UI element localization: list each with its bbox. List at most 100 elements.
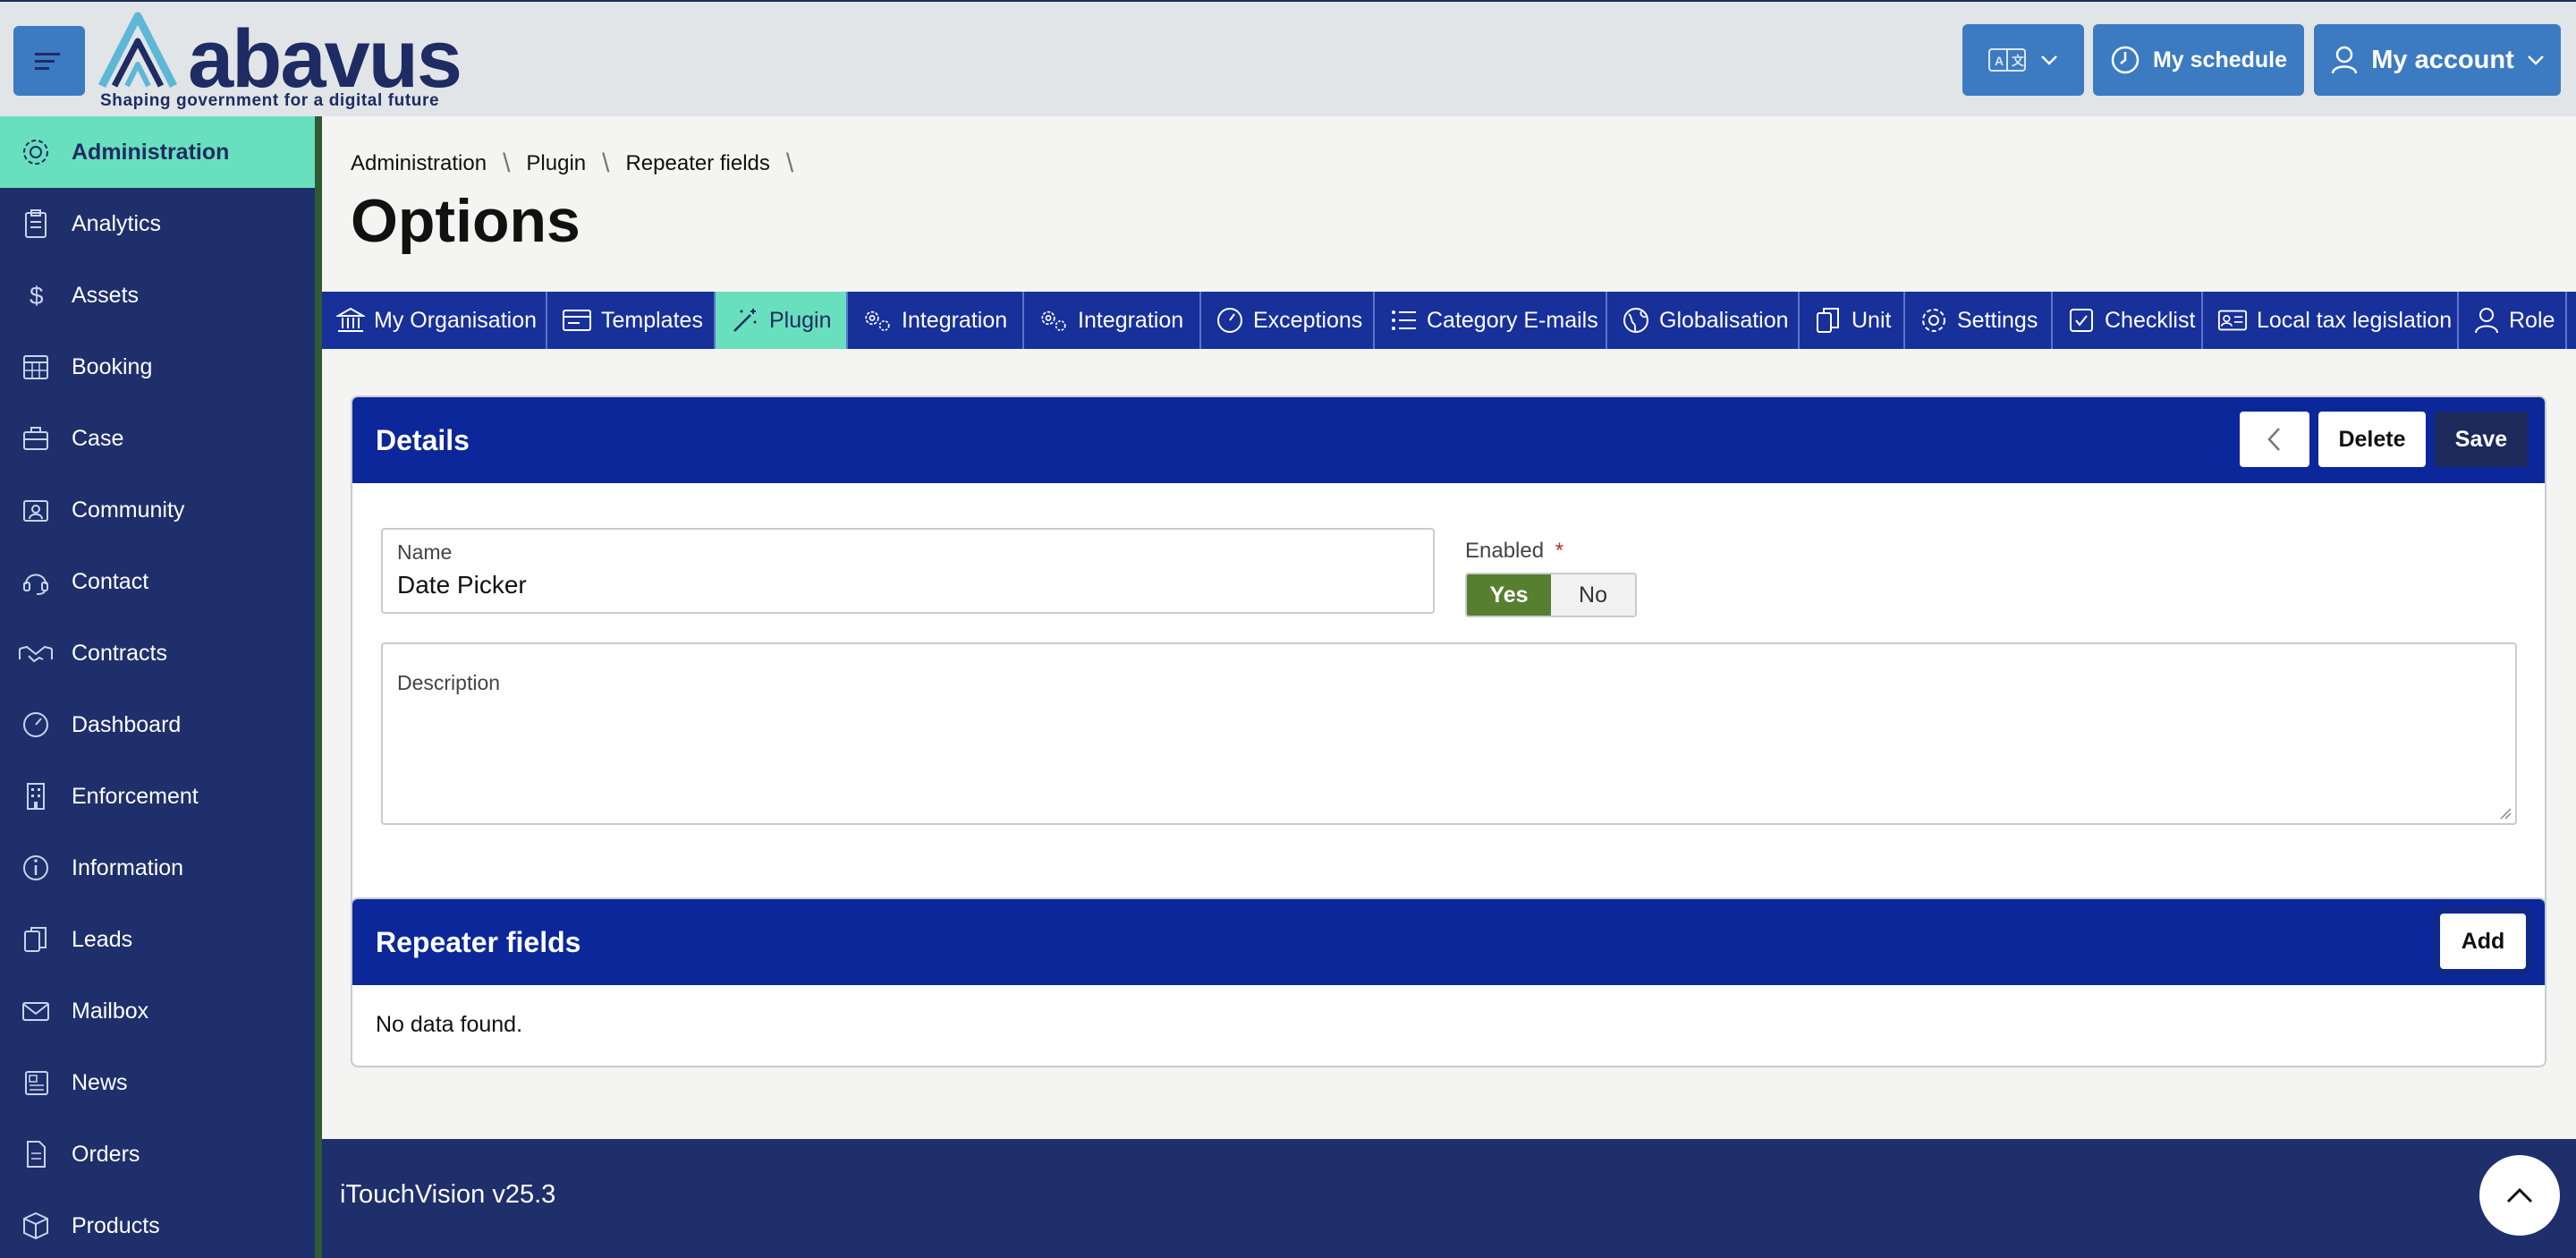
description-field[interactable]: Description <box>381 642 2517 825</box>
sidebar-item-label: Analytics <box>72 210 162 236</box>
tab-integration-2[interactable]: Integration <box>1024 292 1201 349</box>
tab-my-organisation[interactable]: My Organisation <box>322 292 547 349</box>
tab-plugin[interactable]: Plugin <box>716 292 848 349</box>
sidebar-item-case[interactable]: Case <box>0 403 315 474</box>
tab-label: Settings <box>1957 307 2038 333</box>
tab-label: Integration <box>1078 307 1184 333</box>
sidebar-item-label: Information <box>72 854 184 880</box>
sidebar: Administration Analytics $ Assets Bookin… <box>0 116 315 1258</box>
sidebar-item-contracts[interactable]: Contracts <box>0 617 315 689</box>
sidebar-item-orders[interactable]: Orders <box>0 1118 315 1190</box>
gauge-icon <box>1217 308 1242 333</box>
enabled-yes-option[interactable]: Yes <box>1467 574 1551 616</box>
enabled-label-row: Enabled * <box>1465 539 1563 564</box>
breadcrumb-separator: \ <box>503 149 511 178</box>
sidebar-item-label: Mailbox <box>72 998 149 1024</box>
tab-label: Category E-mails <box>1427 307 1598 333</box>
sidebar-item-news[interactable]: News <box>0 1047 315 1118</box>
details-panel-header: Details Delete Save <box>352 397 2545 483</box>
chevron-down-icon <box>2041 55 2057 65</box>
sidebar-item-label: Products <box>72 1212 160 1238</box>
my-account-button[interactable]: My account <box>2314 24 2561 96</box>
tab-label: Globalisation <box>1659 307 1789 333</box>
add-button[interactable]: Add <box>2435 908 2531 974</box>
sidebar-item-label: Dashboard <box>72 711 182 737</box>
abavus-logo[interactable]: abavus Shaping government for a digital … <box>97 7 462 113</box>
scroll-to-top-button[interactable] <box>2479 1155 2560 1236</box>
tab-label: Unit <box>1852 307 1892 333</box>
sidebar-item-label: Leads <box>72 926 133 952</box>
repeater-panel-header: Repeater fields Add <box>352 899 2545 985</box>
name-field[interactable]: Name Date Picker <box>381 528 1435 614</box>
sidebar-item-label: Community <box>72 497 185 523</box>
chevron-left-icon <box>2267 428 2280 451</box>
breadcrumb-item-administration[interactable]: Administration <box>351 151 487 176</box>
tab-label: Integration <box>902 307 1008 333</box>
sidebar-item-booking[interactable]: Booking <box>0 331 315 403</box>
delete-button[interactable]: Delete <box>2318 412 2426 467</box>
empty-state-text: No data found. <box>376 1012 523 1037</box>
speedometer-icon <box>23 712 48 737</box>
user-icon <box>2331 46 2358 74</box>
tab-templates[interactable]: Templates <box>547 292 716 349</box>
tab-exceptions[interactable]: Exceptions <box>1201 292 1375 349</box>
sidebar-item-mailbox[interactable]: Mailbox <box>0 975 315 1047</box>
menu-toggle-button[interactable] <box>13 26 85 96</box>
sidebar-item-label: Enforcement <box>72 783 199 809</box>
tab-category-e-mails[interactable]: Category E-mails <box>1375 292 1607 349</box>
chevron-up-icon <box>2506 1187 2533 1203</box>
documents-icon <box>1817 308 1839 333</box>
dollar-icon: $ <box>30 282 44 310</box>
sidebar-item-administration[interactable]: Administration <box>0 116 315 188</box>
file-icon <box>27 1141 46 1168</box>
tab-local-tax-legislation[interactable]: Local tax legislation <box>2203 292 2459 349</box>
breadcrumb-separator: \ <box>785 149 794 178</box>
sidebar-item-community[interactable]: Community <box>0 474 315 546</box>
tab-integration[interactable]: Integration <box>848 292 1024 349</box>
sidebar-item-contact[interactable]: Contact <box>0 546 315 617</box>
tab-checklist[interactable]: Checklist <box>2053 292 2203 349</box>
required-marker: * <box>1555 539 1564 563</box>
tab-unit[interactable]: Unit <box>1800 292 1905 349</box>
info-icon <box>23 855 48 880</box>
my-schedule-button[interactable]: My schedule <box>2093 24 2304 96</box>
sidebar-item-enforcement[interactable]: Enforcement <box>0 761 315 832</box>
footer: iTouchVision v25.3 <box>322 1139 2576 1258</box>
gears-icon <box>865 310 890 331</box>
save-button[interactable]: Save <box>2435 412 2528 467</box>
tab-role[interactable]: Role <box>2459 292 2567 349</box>
clock-icon <box>2111 46 2140 74</box>
sidebar-item-dashboard[interactable]: Dashboard <box>0 689 315 761</box>
back-button[interactable] <box>2240 412 2309 467</box>
breadcrumb-item-repeater-fields: Repeater fields <box>625 151 770 175</box>
sidebar-item-assets[interactable]: $ Assets <box>0 259 315 331</box>
resize-handle-icon[interactable] <box>2497 805 2512 820</box>
sidebar-scrollbar[interactable] <box>315 116 322 1258</box>
svg-text:$: $ <box>30 282 44 310</box>
tab-label: Templates <box>601 307 703 333</box>
enabled-no-option[interactable]: No <box>1551 574 1635 616</box>
tab-settings[interactable]: Settings <box>1905 292 2053 349</box>
building-icon <box>27 783 45 810</box>
sidebar-item-analytics[interactable]: Analytics <box>0 188 315 259</box>
logo-tagline: Shaping government for a digital future <box>100 91 440 110</box>
version-text: iTouchVision v25.3 <box>340 1180 556 1209</box>
sidebar-item-products[interactable]: Products <box>0 1190 315 1258</box>
sidebar-item-label: Assets <box>72 282 140 308</box>
sidebar-item-label: Case <box>72 425 124 451</box>
tab-label: Plugin <box>769 307 832 333</box>
clipboard-icon <box>25 209 47 238</box>
sidebar-item-information[interactable]: Information <box>0 832 315 904</box>
checkbox-icon <box>2070 309 2093 332</box>
hamburger-icon <box>35 53 60 70</box>
enabled-toggle: Yes No <box>1465 573 1637 617</box>
sidebar-item-label: Administration <box>72 139 230 165</box>
logo-mark-icon <box>97 12 178 89</box>
breadcrumb-item-plugin[interactable]: Plugin <box>526 151 586 176</box>
language-button[interactable]: A 文 <box>1962 24 2084 96</box>
tab-label: My Organisation <box>374 307 538 333</box>
options-tab-bar: My Organisation Templates Plugin Integra… <box>322 292 2576 349</box>
newspaper-icon <box>25 1071 48 1095</box>
sidebar-item-leads[interactable]: Leads <box>0 904 315 975</box>
tab-globalisation[interactable]: Globalisation <box>1607 292 1800 349</box>
